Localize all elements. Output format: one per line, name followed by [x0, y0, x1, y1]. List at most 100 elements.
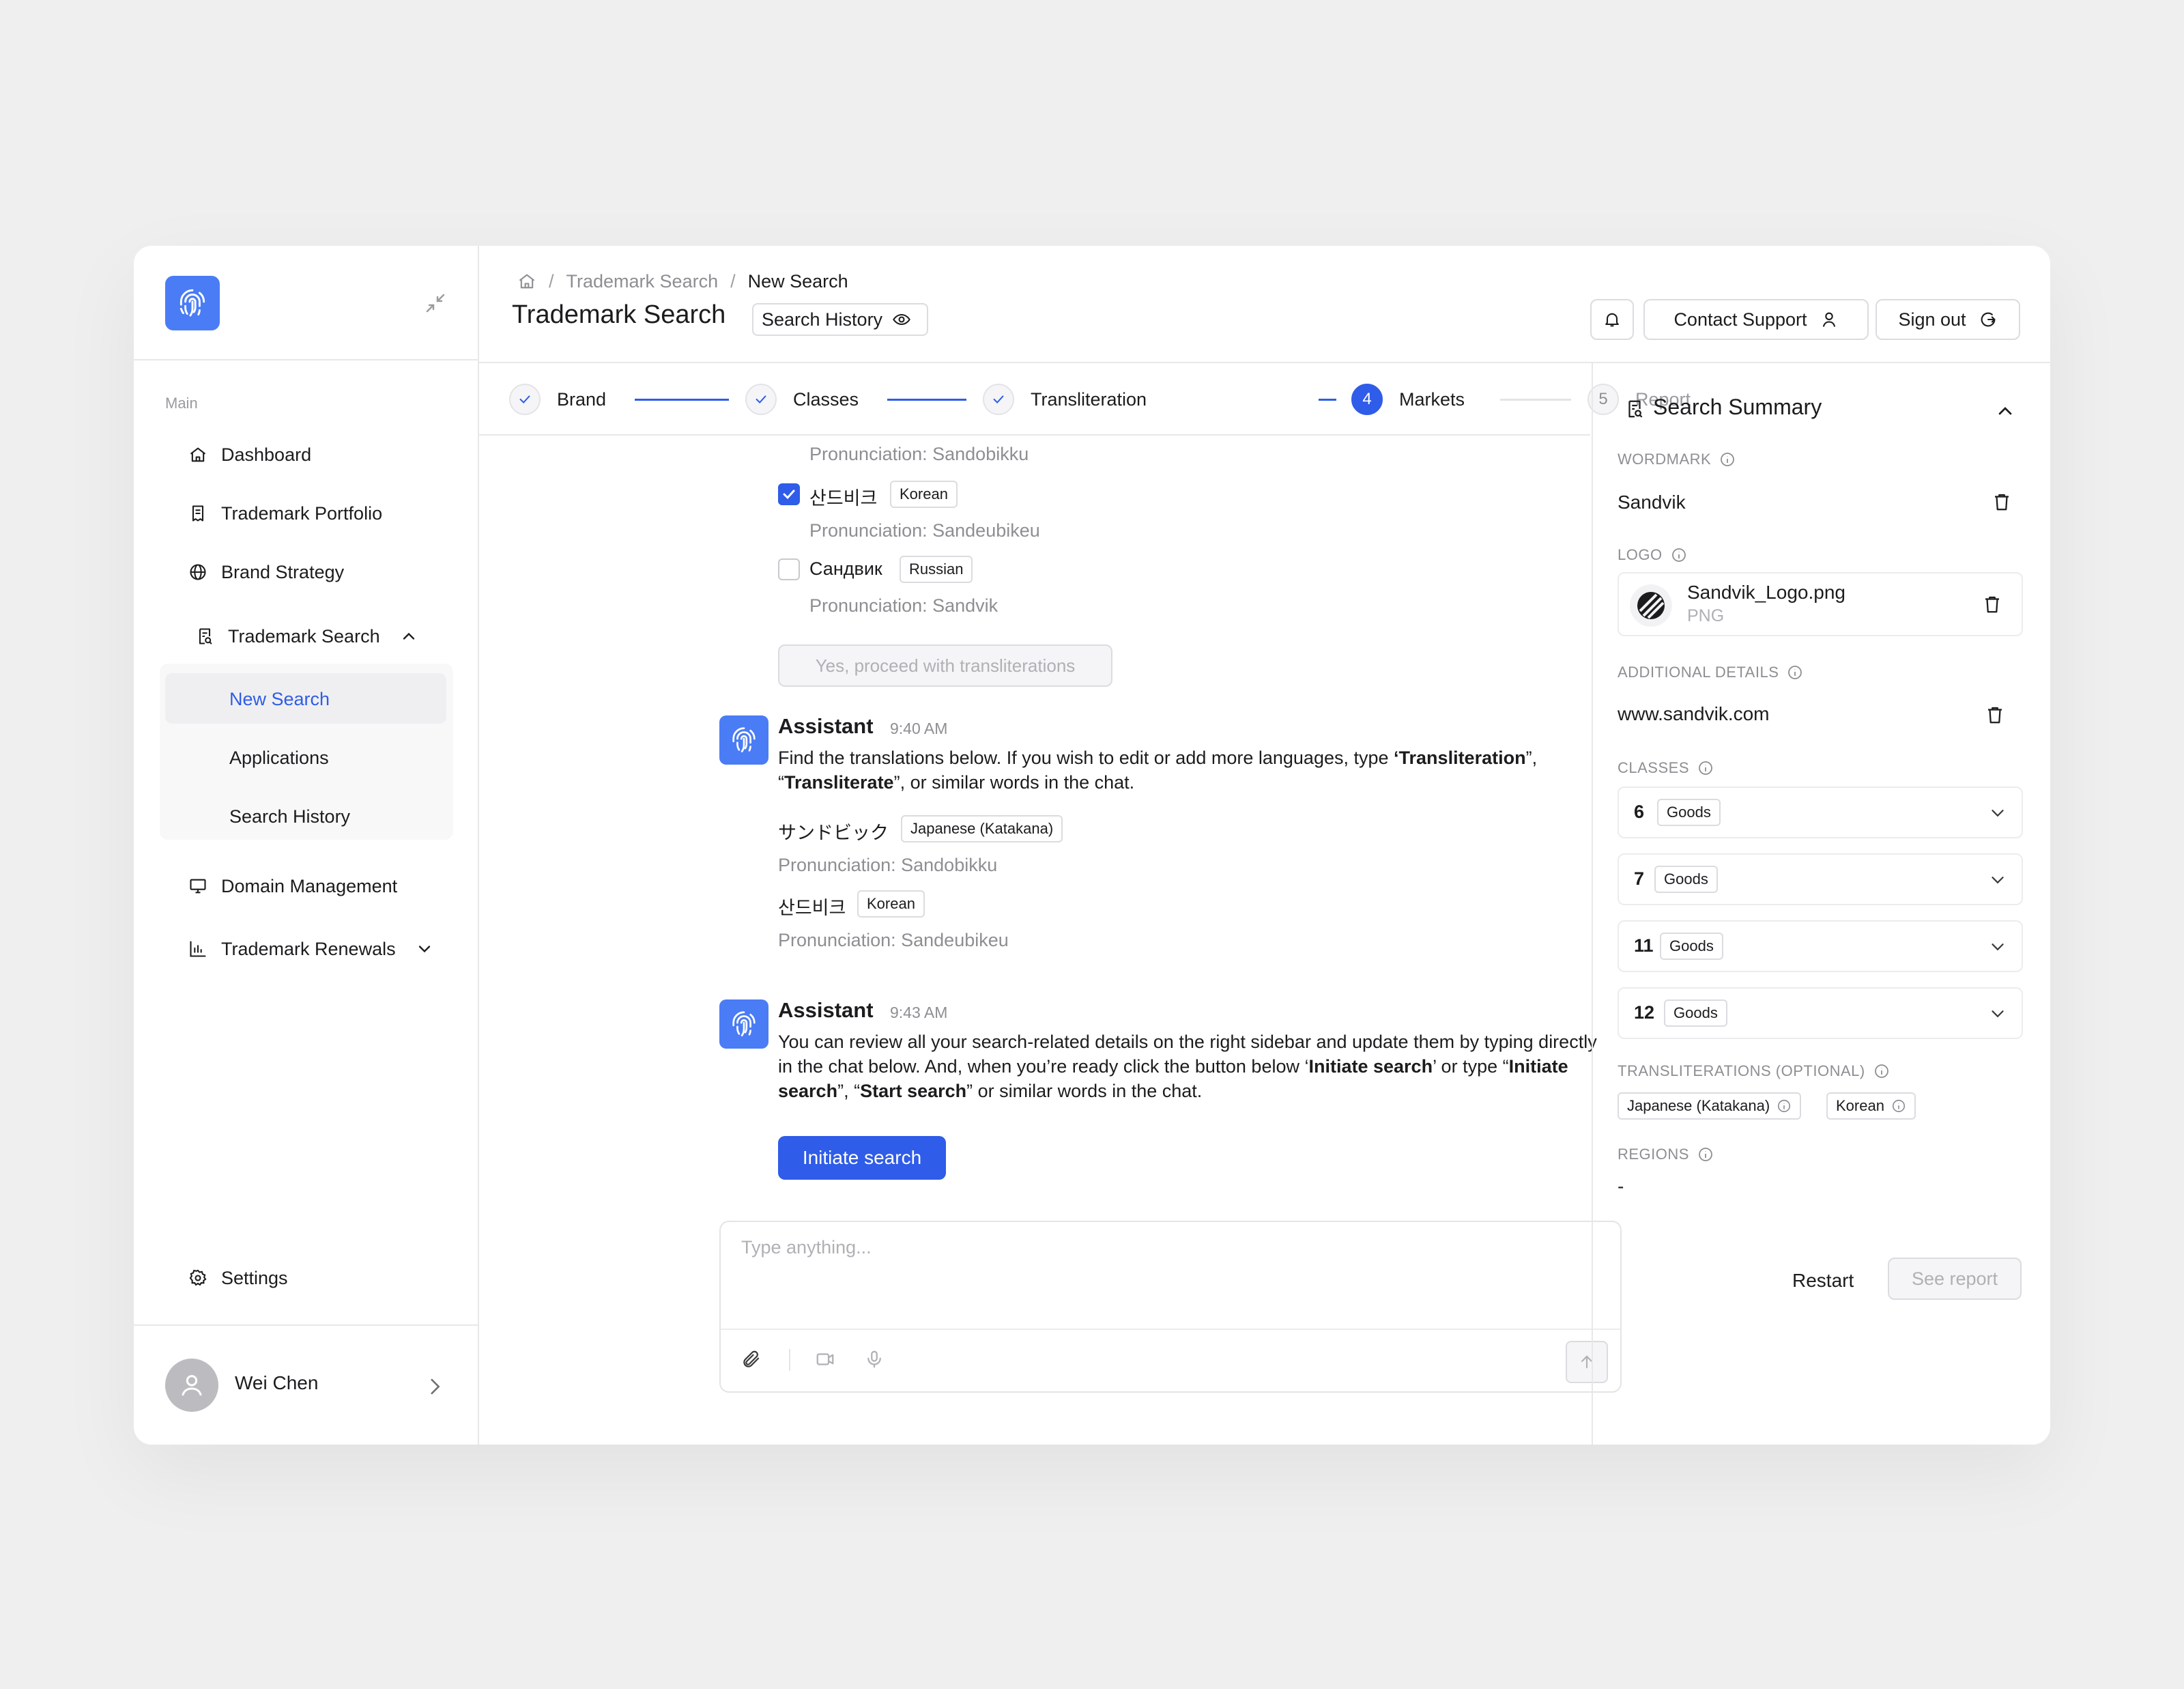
contact-support-button[interactable]: Contact Support — [1643, 299, 1869, 340]
sidebar-item-dashboard[interactable]: Dashboard — [188, 436, 311, 474]
chevron-down-icon[interactable] — [1987, 803, 2008, 823]
sidebar-item-trademark-search[interactable]: Trademark Search — [195, 617, 432, 655]
sidebar-subitem-applications[interactable]: Applications — [229, 739, 329, 777]
message-keyword: Start search — [860, 1081, 967, 1101]
sidebar-item-portfolio[interactable]: Trademark Portfolio — [188, 494, 382, 533]
label-text: ADDITIONAL DETAILS — [1618, 664, 1779, 681]
step-label: Transliteration — [1031, 388, 1147, 410]
info-icon[interactable] — [1777, 1098, 1792, 1113]
regions-value: - — [1618, 1176, 1624, 1197]
pronunciation-text: Pronunciation: Sandeubikeu — [778, 930, 1009, 950]
avatar[interactable] — [165, 1359, 218, 1412]
trash-icon[interactable] — [1992, 492, 2012, 512]
chevron-down-icon[interactable] — [1987, 1004, 2008, 1024]
label-text: LOGO — [1618, 546, 1663, 563]
proceed-transliterations-button[interactable]: Yes, proceed with transliterations — [778, 644, 1112, 687]
step-transliteration[interactable]: Transliteration — [983, 382, 1147, 416]
korean-transliteration-checkbox[interactable] — [778, 483, 800, 505]
russian-transliteration-checkbox[interactable] — [778, 558, 800, 580]
class-row[interactable]: 11 Goods — [1618, 920, 2023, 972]
info-icon[interactable] — [1697, 760, 1714, 776]
paperclip-icon[interactable] — [741, 1349, 762, 1369]
chevron-down-icon[interactable] — [1987, 937, 2008, 957]
info-icon[interactable] — [1719, 451, 1736, 468]
assistant-name: Assistant — [778, 998, 874, 1022]
initiate-search-button[interactable]: Initiate search — [778, 1136, 946, 1180]
logout-icon — [1981, 312, 1996, 327]
class-number: 12 — [1634, 1002, 1655, 1023]
label-text: TRANSLITERATIONS (OPTIONAL) — [1618, 1062, 1865, 1079]
trash-icon[interactable] — [1982, 594, 2002, 614]
pronunciation-text: Pronunciation: Sandvik — [809, 595, 998, 616]
collapse-sidebar-icon[interactable] — [423, 291, 448, 315]
chevron-down-icon[interactable] — [1987, 870, 2008, 890]
chip-label: Korean — [1836, 1097, 1884, 1114]
user-icon — [1822, 312, 1835, 327]
sidebar-item-label: Trademark Search — [228, 625, 380, 647]
breadcrumb-parent[interactable]: Trademark Search — [566, 271, 719, 292]
see-report-button[interactable]: See report — [1888, 1258, 2022, 1300]
breadcrumb: / Trademark Search / New Search — [517, 266, 848, 296]
check-icon — [993, 395, 1004, 404]
eye-icon — [893, 313, 910, 326]
fingerprint-icon — [732, 727, 756, 753]
step-classes[interactable]: Classes — [745, 382, 859, 416]
step-connector — [635, 399, 729, 401]
user-name: Wei Chen — [235, 1372, 319, 1393]
restart-button[interactable]: Restart — [1792, 1270, 1854, 1292]
step-markets[interactable]: 4 Markets — [1351, 382, 1465, 416]
sidebar-divider — [134, 359, 479, 360]
sidebar-subitem-search-history[interactable]: Search History — [229, 797, 350, 836]
wordmark-value: Sandvik — [1618, 492, 1686, 513]
regions-label: REGIONS — [1618, 1146, 1714, 1163]
info-icon[interactable] — [1787, 664, 1803, 681]
chevron-up-icon[interactable] — [1994, 400, 2016, 422]
sidebar-item-settings[interactable]: Settings — [188, 1259, 288, 1297]
transliteration-chip[interactable]: Japanese (Katakana) — [1618, 1092, 1802, 1120]
microphone-icon[interactable] — [864, 1349, 885, 1369]
language-tag: Korean — [857, 890, 925, 918]
chevron-right-icon[interactable] — [423, 1375, 446, 1398]
message-time: 9:43 AM — [890, 1004, 948, 1021]
video-icon[interactable] — [815, 1349, 835, 1369]
message-segment: ” or similar words in the chat. — [966, 1081, 1203, 1101]
class-row[interactable]: 6 Goods — [1618, 786, 2023, 838]
sidebar-item-label: Trademark Portfolio — [221, 502, 383, 524]
class-row[interactable]: 12 Goods — [1618, 987, 2023, 1039]
contact-support-label: Contact Support — [1673, 309, 1807, 330]
chat-composer[interactable]: Type anything... — [719, 1221, 1622, 1393]
trash-icon[interactable] — [1985, 705, 2005, 725]
notifications-button[interactable] — [1590, 299, 1634, 340]
info-icon[interactable] — [1873, 1063, 1890, 1079]
sidebar-divider — [134, 1324, 479, 1326]
sign-out-button[interactable]: Sign out — [1876, 299, 2020, 340]
search-history-label: Search History — [762, 309, 883, 330]
info-icon[interactable] — [1891, 1098, 1906, 1113]
sidebar-item-renewals[interactable]: Trademark Renewals — [188, 930, 448, 968]
sidebar-item-label: Settings — [221, 1267, 288, 1288]
info-icon[interactable] — [1697, 1146, 1714, 1163]
sidebar-item-domain-management[interactable]: Domain Management — [188, 867, 397, 905]
app-logo[interactable] — [165, 276, 220, 330]
sidebar-item-label: Dashboard — [221, 444, 312, 465]
step-number: 4 — [1351, 384, 1383, 415]
step-label: Classes — [793, 388, 859, 410]
search-history-chip[interactable]: Search History — [752, 303, 928, 336]
chevron-up-icon[interactable] — [399, 627, 418, 646]
sidebar-item-brand-strategy[interactable]: Brand Strategy — [188, 553, 344, 591]
step-brand[interactable]: Brand — [509, 382, 606, 416]
label-text: REGIONS — [1618, 1146, 1689, 1163]
info-icon[interactable] — [1671, 547, 1687, 563]
step-done-indicator — [745, 384, 777, 415]
label-text: WORDMARK — [1618, 451, 1712, 468]
assistant-name: Assistant — [778, 714, 874, 738]
sidebar-item-label: Brand Strategy — [221, 561, 345, 582]
class-row[interactable]: 7 Goods — [1618, 853, 2023, 905]
sidebar-subitem-new-search[interactable]: New Search — [229, 680, 330, 718]
fingerprint-icon — [732, 1011, 756, 1037]
message-segment: ”, “ — [837, 1081, 861, 1101]
chevron-down-icon[interactable] — [415, 939, 434, 959]
transliteration-chip[interactable]: Korean — [1826, 1092, 1916, 1120]
home-icon[interactable] — [517, 272, 536, 291]
composer-input[interactable]: Type anything... — [741, 1237, 872, 1258]
